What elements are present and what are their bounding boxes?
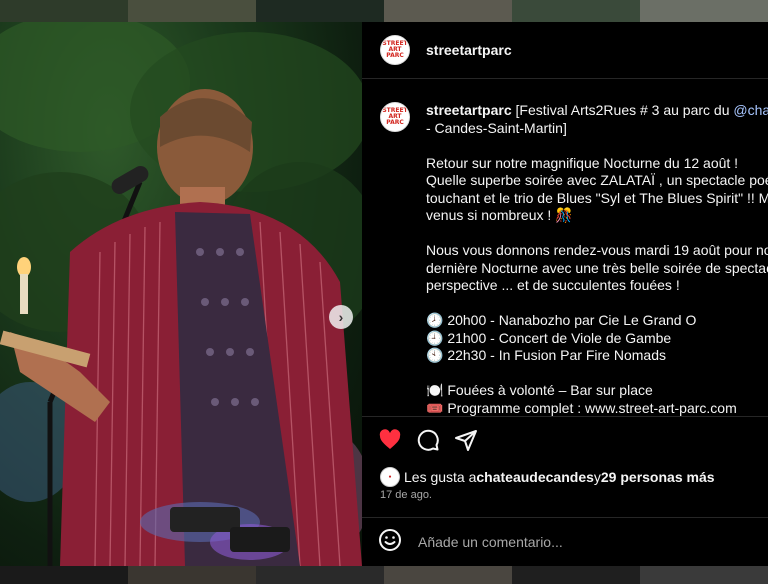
caption-line: venus si nombreux ! 🎊 — [426, 207, 573, 223]
chevron-right-icon: › — [338, 309, 344, 325]
caption-line: 🕗 20h00 - Nanabozho par Cie Le Grand O — [426, 312, 697, 328]
author-username[interactable]: streetartparc — [426, 42, 512, 58]
street-art-parc-logo: STREET ART PARC — [382, 41, 407, 59]
comment-bar: Añade un comentario... — [362, 517, 768, 566]
instagram-post-modal: › STREET ART PARC streetartparc STREET A… — [0, 0, 768, 584]
likes-user[interactable]: chateaudecandes — [476, 469, 594, 485]
heart-icon[interactable] — [378, 428, 402, 452]
author-avatar[interactable]: STREET ART PARC — [380, 35, 410, 65]
comment-icon[interactable] — [416, 428, 440, 452]
smiley-icon[interactable] — [378, 528, 402, 557]
concert-photo-illustration — [0, 22, 362, 566]
caption-line: 🍽️ Fouées à volonté – Bar sur place — [426, 382, 653, 398]
caption-line: - Candes-Saint-Martin] — [426, 119, 567, 136]
share-icon[interactable] — [454, 428, 478, 452]
logo-text-line: PARC — [386, 52, 404, 59]
caption-username[interactable]: streetartparc — [426, 102, 512, 118]
background-feed-bottom — [0, 566, 768, 584]
caption-line: Quelle superbe soirée avec ZALATAÏ , un … — [426, 172, 768, 188]
caption-line: 🕘 21h00 - Concert de Viole de Gambe — [426, 329, 672, 346]
likes-summary[interactable]: ● Les gusta a chateaudecandes y 29 perso… — [380, 467, 715, 487]
caption-line: 🎟️ Programme complet : www.street-art-pa… — [426, 399, 737, 416]
post-header: STREET ART PARC streetartparc — [362, 22, 768, 79]
logo-text-line: PARC — [386, 119, 404, 126]
post-caption: streetartparc [Festival Arts2Rues # 3 au… — [426, 102, 768, 416]
caption-line: 🕙 22h30 - In Fusion Par Fire Nomads — [426, 347, 666, 363]
caption-line: Retour sur notre magnifique Nocturne du … — [426, 154, 739, 171]
post-date[interactable]: 17 de ago. — [380, 489, 432, 501]
caption-line: touchant et le trio de Blues "Syl et The… — [426, 189, 768, 206]
background-feed-top — [0, 0, 768, 22]
post-actions — [362, 416, 768, 462]
caption-intro: [Festival Arts2Rues # 3 au parc du — [511, 102, 734, 118]
post-details-panel: STREET ART PARC streetartparc STREET ART… — [362, 22, 768, 566]
likes-prefix: Les gusta a — [404, 469, 477, 485]
comment-input[interactable]: Añade un comentario... — [418, 534, 563, 550]
caption-mention-link[interactable]: @chateaudecandes — [733, 102, 768, 118]
likes-others[interactable]: 29 personas más — [601, 469, 715, 485]
caption-body: - Candes-Saint-Martin] Retour sur notre … — [426, 120, 768, 416]
street-art-parc-logo: STREET ART PARC — [382, 108, 407, 126]
caption-line: Nous vous donnons rendez-vous mardi 19 a… — [426, 242, 768, 258]
caption-line: dernière Nocturne avec une très belle so… — [426, 259, 768, 276]
caption-line: perspective ... et de succulentes fouées… — [426, 277, 680, 293]
liker-avatar: ● — [380, 467, 400, 487]
caption-author-avatar[interactable]: STREET ART PARC — [380, 102, 410, 132]
carousel-next-button[interactable]: › — [329, 305, 353, 329]
likes-middle: y — [593, 469, 601, 485]
post-photo[interactable]: › — [0, 22, 362, 566]
caption-area: STREET ART PARC streetartparc [Festival … — [362, 80, 768, 416]
